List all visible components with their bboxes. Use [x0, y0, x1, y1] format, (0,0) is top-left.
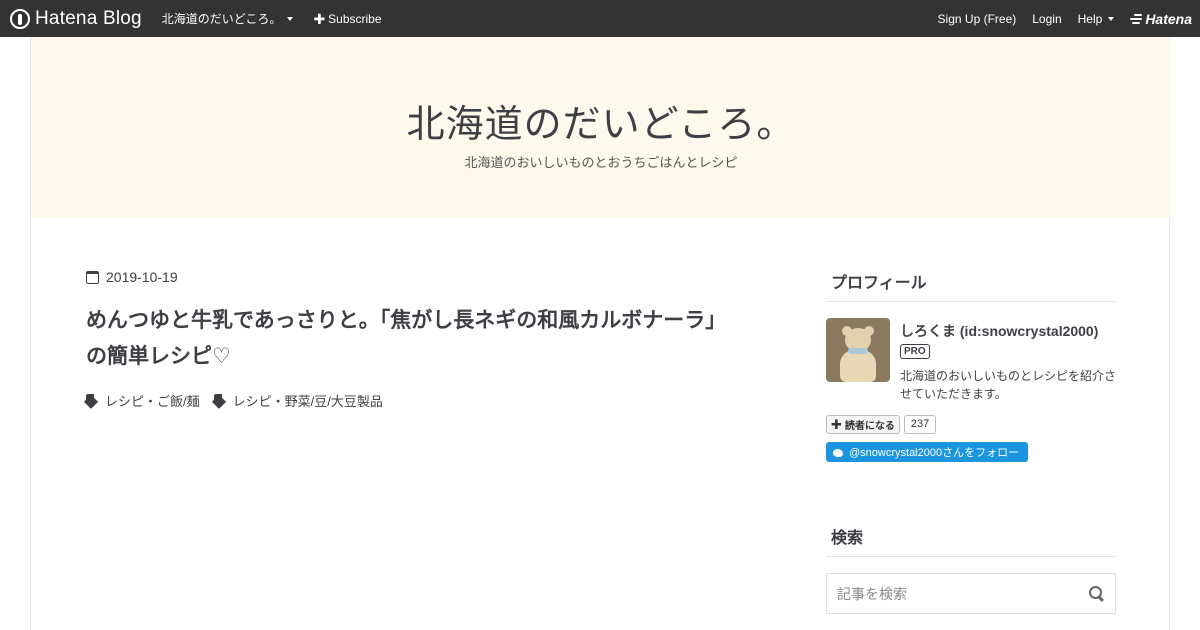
category-label: レシピ・野菜/豆/大豆製品: [232, 394, 383, 409]
search-input[interactable]: [837, 585, 1089, 602]
entry-date-text: 2019-10-19: [106, 269, 178, 285]
brand-text: Hatena Blog: [35, 7, 142, 29]
blog-switcher[interactable]: 北海道のだいどころ。: [162, 10, 294, 27]
subscribe-label: Subscribe: [328, 11, 382, 26]
account-links: Sign Up (Free) Login Help Hatena: [938, 11, 1200, 27]
blog-header: 北海道のだいどころ。 北海道のおいしいものとおうちごはんとレシピ: [31, 37, 1171, 218]
tag-icon: [213, 394, 227, 407]
blog-description: 北海道のおいしいものとおうちごはんとレシピ: [464, 155, 738, 170]
profile-name[interactable]: しろくま (id:snowcrystal2000): [900, 321, 1118, 341]
page-container: 北海道のだいどころ。 北海道のおいしいものとおうちごはんとレシピ 2019-10…: [30, 37, 1171, 630]
entry-title[interactable]: めんつゆと牛乳であっさりと。「焦がし長ネギの和風カルボナーラ」の簡単レシピ♡: [86, 303, 736, 375]
twitter-follow-label: @snowcrystal2000さんをフォロー: [849, 447, 1020, 459]
plus-icon: ✚: [831, 416, 842, 432]
search-icon[interactable]: [1089, 585, 1105, 602]
twitter-follow-button[interactable]: @snowcrystal2000さんをフォロー: [826, 442, 1028, 462]
sidebar: プロフィール しろくま (id:snowcrystal2000) PRO 北海道…: [826, 259, 1116, 614]
search-module: 検索: [826, 514, 1116, 614]
tag-icon: [86, 394, 99, 407]
subscriber-count[interactable]: 237: [903, 415, 937, 434]
category-link[interactable]: レシピ・ご飯/麺: [86, 391, 200, 410]
profile-description: 北海道のおいしいものとレシピを紹介させていただきます。: [900, 369, 1117, 401]
category-link[interactable]: レシピ・野菜/豆/大豆製品: [213, 391, 383, 410]
avatar[interactable]: [826, 318, 890, 382]
entry-categories: レシピ・ご飯/麺 レシピ・野菜/豆/大豆製品: [86, 391, 397, 410]
subscribe-button[interactable]: ✚ Subscribe: [313, 12, 381, 26]
global-header: Hatena Blog 北海道のだいどころ。 ✚ Subscribe Sign …: [0, 0, 1200, 37]
profile-heading: プロフィール: [826, 259, 1116, 302]
search-box: [826, 573, 1116, 614]
caret-down-icon: [1108, 16, 1115, 21]
pro-badge: PRO: [900, 344, 930, 359]
plus-icon: ✚: [313, 10, 326, 27]
hatena-lines-icon: [1130, 13, 1143, 24]
subscribe-reader-button[interactable]: ✚ 読者になる: [826, 415, 900, 434]
caret-down-icon: [287, 16, 294, 21]
entry-date[interactable]: 2019-10-19: [86, 269, 178, 285]
profile-module: プロフィール しろくま (id:snowcrystal2000) PRO 北海道…: [826, 259, 1116, 462]
help-menu[interactable]: Help: [1078, 12, 1115, 26]
help-label: Help: [1077, 11, 1103, 26]
hatena-blog-brand[interactable]: Hatena Blog: [10, 8, 142, 30]
blog-title[interactable]: 北海道のだいどころ。: [31, 93, 1171, 148]
hatena-logo-text: Hatena: [1145, 10, 1192, 27]
category-label: レシピ・ご飯/麺: [105, 394, 200, 409]
profile-card: しろくま (id:snowcrystal2000) PRO 北海道のおいしいもの…: [826, 318, 1116, 403]
blog-switcher-label: 北海道のだいどころ。: [161, 12, 282, 26]
search-heading: 検索: [826, 514, 1116, 557]
subscribe-reader-label: 読者になる: [844, 421, 895, 432]
profile-info: しろくま (id:snowcrystal2000) PRO 北海道のおいしいもの…: [900, 318, 1118, 403]
calendar-icon: [86, 270, 99, 284]
hatena-blog-logo-icon: [10, 8, 30, 29]
reader-row: ✚ 読者になる 237: [826, 415, 1116, 434]
hatena-logo[interactable]: Hatena: [1130, 11, 1192, 27]
twitter-bird-icon: [832, 447, 844, 457]
login-link[interactable]: Login: [1032, 12, 1061, 26]
signup-link[interactable]: Sign Up (Free): [938, 12, 1017, 26]
